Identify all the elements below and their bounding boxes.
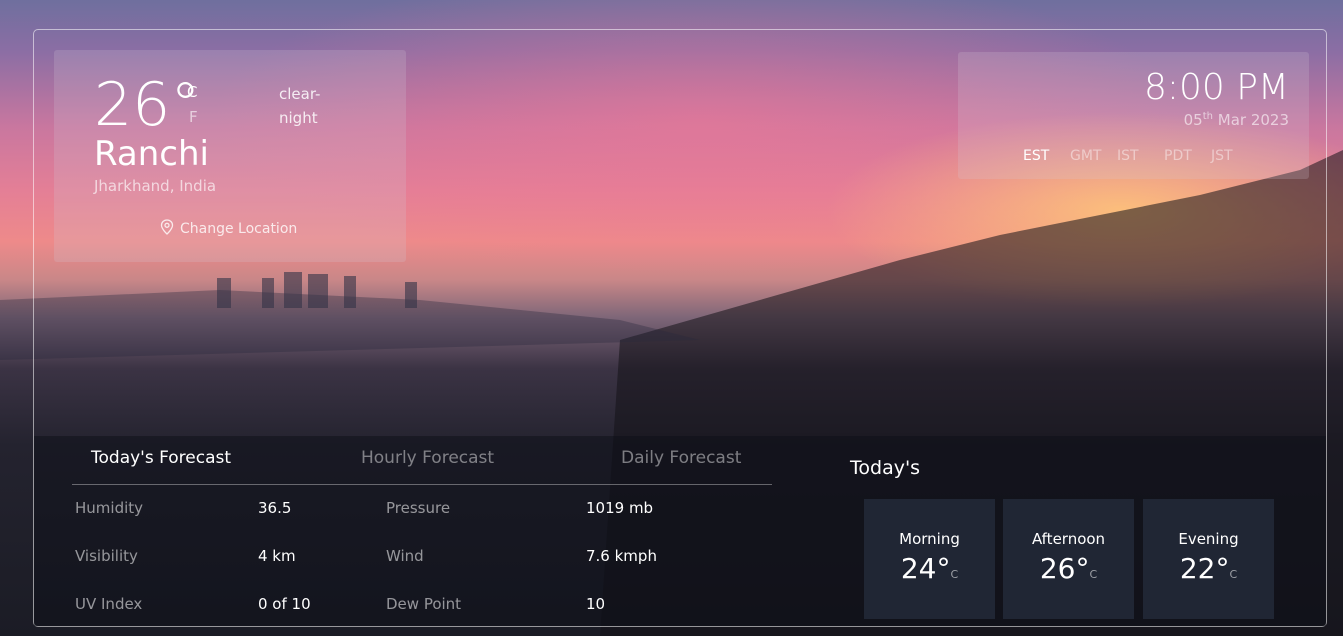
morning-temp: 24°C bbox=[864, 552, 995, 585]
visibility-value: 4 km bbox=[258, 547, 296, 565]
weather-condition: clear-night bbox=[279, 85, 321, 127]
current-time: 8:00 PM bbox=[1143, 67, 1289, 108]
dew-point-label: Dew Point bbox=[386, 595, 462, 613]
evening-label: Evening bbox=[1178, 530, 1239, 548]
forecast-tabs: Today's Forecast Hourly Forecast Daily F… bbox=[72, 446, 772, 485]
evening-card: Evening 22°C bbox=[1143, 499, 1274, 619]
timezone-est[interactable]: EST bbox=[1023, 148, 1070, 164]
dew-point-value: 10 bbox=[586, 595, 606, 613]
date-day-suffix: th bbox=[1202, 111, 1213, 122]
afternoon-unit: C bbox=[1089, 568, 1098, 581]
date-day: 05 bbox=[1183, 111, 1203, 129]
celsius-toggle[interactable]: C bbox=[187, 83, 197, 101]
timezone-ist[interactable]: IST bbox=[1117, 148, 1164, 164]
city-name: Ranchi bbox=[94, 134, 209, 174]
evening-temp: 22°C bbox=[1143, 552, 1274, 585]
humidity-label: Humidity bbox=[75, 499, 144, 517]
morning-card: Morning 24°C bbox=[864, 499, 995, 619]
timezone-selector: EST GMT IST PDT JST bbox=[1023, 148, 1258, 164]
timezone-pdt[interactable]: PDT bbox=[1164, 148, 1211, 164]
wind-value: 7.6 kmph bbox=[586, 547, 657, 565]
pressure-value: 1019 mb bbox=[586, 499, 654, 517]
humidity-value: 36.5 bbox=[258, 499, 292, 517]
afternoon-card: Afternoon 26°C bbox=[1003, 499, 1134, 619]
morning-unit: C bbox=[950, 568, 959, 581]
morning-value: 24° bbox=[900, 552, 951, 585]
todays-title: Today's bbox=[850, 457, 921, 479]
date-month-year: Mar 2023 bbox=[1217, 111, 1289, 129]
pressure-label: Pressure bbox=[386, 499, 451, 517]
timezone-gmt[interactable]: GMT bbox=[1070, 148, 1117, 164]
evening-unit: C bbox=[1229, 568, 1238, 581]
afternoon-temp: 26°C bbox=[1003, 552, 1134, 585]
current-date: 05th Mar 2023 bbox=[1184, 111, 1289, 129]
afternoon-label: Afternoon bbox=[1031, 530, 1106, 548]
visibility-label: Visibility bbox=[75, 547, 138, 565]
location-pin-icon bbox=[160, 219, 174, 239]
afternoon-value: 26° bbox=[1039, 552, 1090, 585]
wind-label: Wind bbox=[386, 547, 424, 565]
timezone-jst[interactable]: JST bbox=[1211, 148, 1258, 164]
change-location-label: Change Location bbox=[180, 221, 298, 237]
morning-label: Morning bbox=[899, 530, 960, 548]
uv-index-label: UV Index bbox=[75, 595, 143, 613]
region-name: Jharkhand, India bbox=[94, 177, 217, 195]
evening-value: 22° bbox=[1179, 552, 1230, 585]
change-location-button[interactable]: Change Location bbox=[160, 219, 297, 239]
tab-daily-forecast[interactable]: Daily Forecast bbox=[621, 448, 741, 468]
tab-todays-forecast[interactable]: Today's Forecast bbox=[91, 448, 231, 468]
tab-hourly-forecast[interactable]: Hourly Forecast bbox=[361, 448, 494, 468]
fahrenheit-toggle[interactable]: F bbox=[189, 108, 198, 126]
current-temperature: 26° bbox=[94, 70, 201, 140]
uv-index-value: 0 of 10 bbox=[258, 595, 311, 613]
